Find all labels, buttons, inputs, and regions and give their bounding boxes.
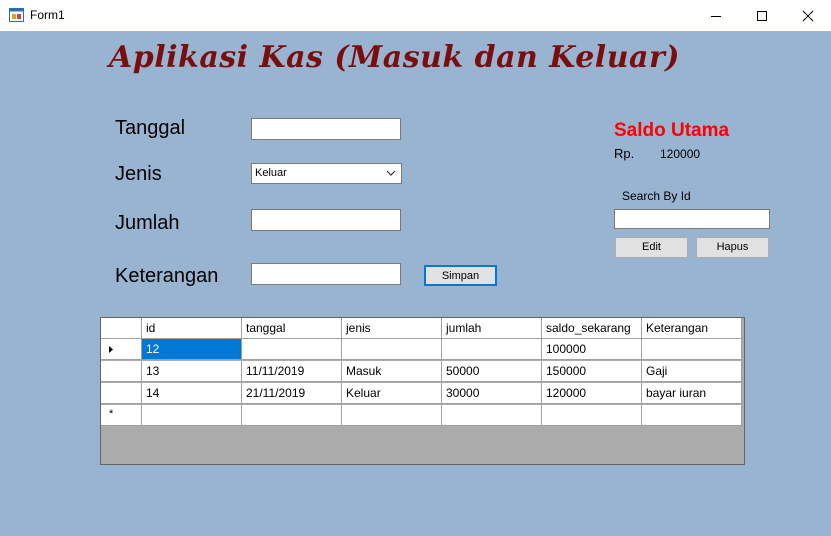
table-cell-saldo-sekarang[interactable]: 150000 (542, 361, 642, 382)
new-row-marker: * (109, 408, 114, 420)
column-header-jumlah[interactable]: jumlah (442, 318, 542, 339)
row-header[interactable]: * (101, 405, 142, 426)
table-cell-saldo-sekarang[interactable] (542, 405, 642, 426)
column-header-jenis[interactable]: jenis (342, 318, 442, 339)
table-cell-jumlah[interactable] (442, 405, 542, 426)
maximize-icon (757, 10, 767, 21)
chevron-down-icon (386, 170, 396, 176)
saldo-currency: Rp. (614, 146, 635, 161)
table-cell-id[interactable]: 14 (142, 383, 242, 404)
jenis-select[interactable]: Keluar (251, 163, 402, 184)
table-cell-jumlah[interactable] (442, 339, 542, 360)
table-cell-saldo-sekarang[interactable]: 120000 (542, 383, 642, 404)
window-title: Form1 (30, 8, 65, 22)
saldo-value: 120000 (660, 147, 701, 161)
grid-corner-header (101, 318, 142, 339)
table-cell-saldo-sekarang[interactable]: 100000 (542, 339, 642, 360)
maximize-button[interactable] (739, 0, 785, 31)
saldo-title: Saldo Utama (614, 120, 730, 141)
table-cell-keterangan[interactable]: Gaji (642, 361, 742, 382)
column-header-saldo-sekarang[interactable]: saldo_sekarang (542, 318, 642, 339)
row-header[interactable] (101, 339, 142, 360)
jumlah-label: Jumlah (115, 212, 180, 234)
table-cell-id[interactable]: 13 (142, 361, 242, 382)
keterangan-input[interactable] (251, 263, 401, 285)
tanggal-label: Tanggal (115, 117, 186, 139)
jenis-label: Jenis (115, 163, 162, 185)
column-header-tanggal[interactable]: tanggal (242, 318, 342, 339)
table-cell-id[interactable]: 12 (142, 339, 242, 360)
table-cell-jenis[interactable]: Masuk (342, 361, 442, 382)
search-input[interactable] (614, 209, 770, 229)
minimize-icon (711, 15, 721, 17)
table-cell-tanggal[interactable] (242, 405, 342, 426)
app-form-icon (9, 8, 24, 22)
table-cell-keterangan[interactable]: bayar iuran (642, 383, 742, 404)
jumlah-input[interactable] (251, 209, 401, 231)
minimize-button[interactable] (693, 0, 739, 31)
table-cell-tanggal[interactable]: 21/11/2019 (242, 383, 342, 404)
row-header[interactable] (101, 361, 142, 382)
keterangan-label: Keterangan (115, 265, 219, 287)
save-button[interactable]: Simpan (424, 265, 497, 286)
table-cell-jenis[interactable]: Keluar (342, 383, 442, 404)
close-icon (802, 10, 814, 21)
column-header-id[interactable]: id (142, 318, 242, 339)
edit-button[interactable]: Edit (615, 237, 688, 258)
row-header[interactable] (101, 383, 142, 404)
table-cell-tanggal[interactable] (242, 339, 342, 360)
table-cell-keterangan[interactable] (642, 405, 742, 426)
page-title: Aplikasi Kas (Masuk dan Keluar) (109, 40, 680, 75)
search-label: Search By Id (622, 189, 691, 203)
table-cell-tanggal[interactable]: 11/11/2019 (242, 361, 342, 382)
row-pointer-icon (109, 346, 113, 353)
table-cell-jumlah[interactable]: 30000 (442, 383, 542, 404)
column-header-keterangan[interactable]: Keterangan (642, 318, 742, 339)
tanggal-input[interactable] (251, 118, 401, 140)
close-button[interactable] (785, 0, 831, 31)
table-cell-keterangan[interactable] (642, 339, 742, 360)
table-cell-id[interactable] (142, 405, 242, 426)
jenis-select-value: Keluar (255, 167, 287, 179)
table-cell-jumlah[interactable]: 50000 (442, 361, 542, 382)
table-cell-jenis[interactable] (342, 405, 442, 426)
delete-button[interactable]: Hapus (696, 237, 769, 258)
data-grid[interactable]: id tanggal jenis jumlah saldo_sekarang K… (100, 317, 745, 465)
window-titlebar: Form1 (0, 0, 831, 31)
table-cell-jenis[interactable] (342, 339, 442, 360)
